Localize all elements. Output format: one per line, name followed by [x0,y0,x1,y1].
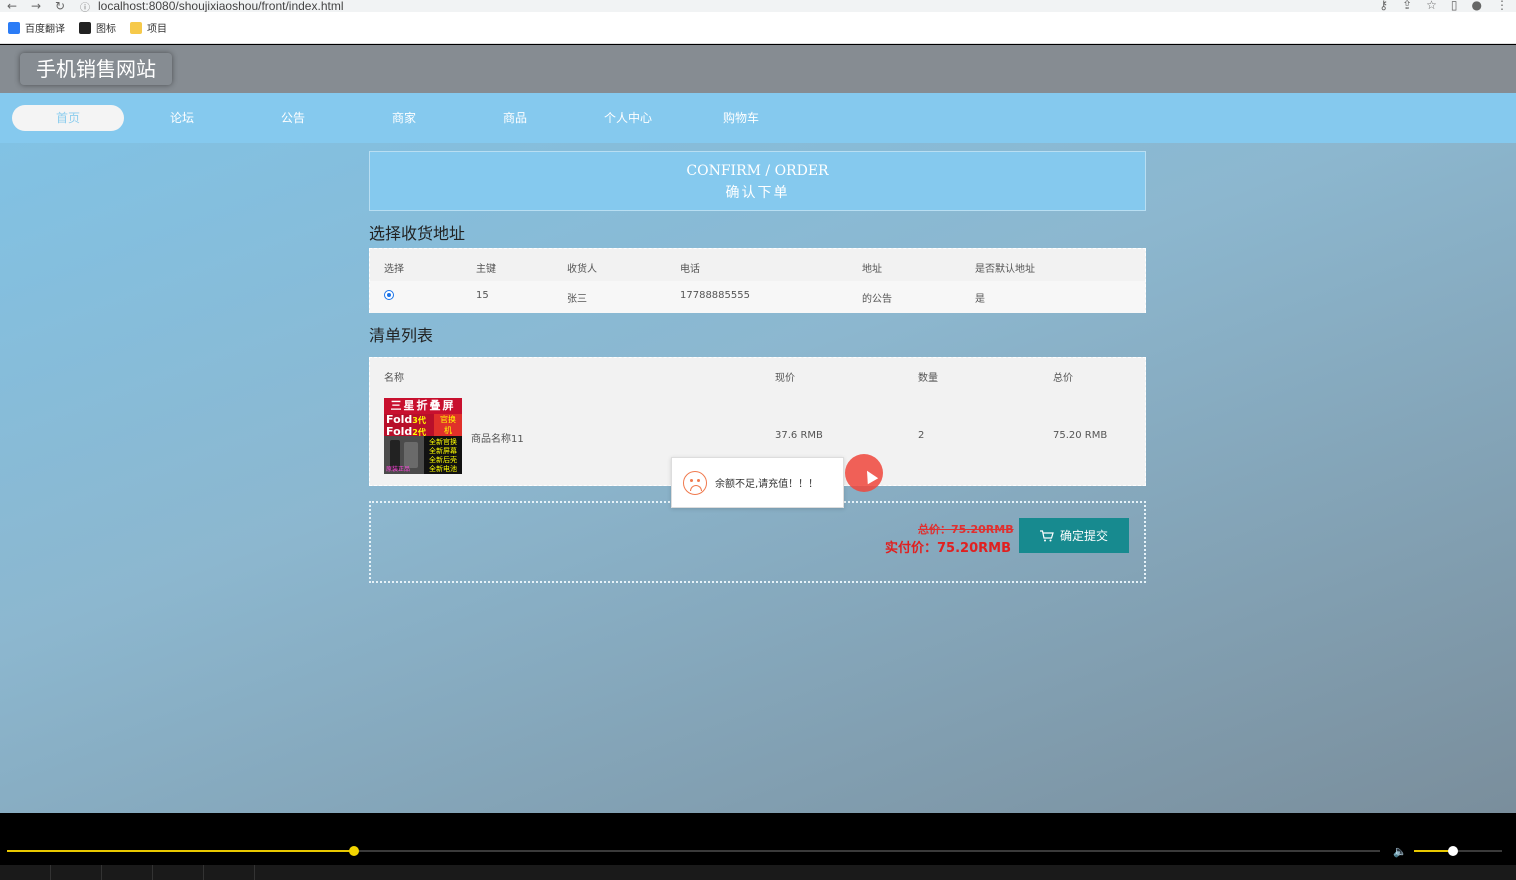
toast-message: 余额不足,请充值！！！ [715,479,819,490]
bookmark-label: 项目 [147,24,167,35]
cart-icon [1039,529,1054,541]
col-total: 总价 [1053,373,1073,384]
footer-cell [204,865,255,880]
col-address: 地址 [862,264,882,275]
col-phone: 电话 [680,264,700,275]
bookmark-project[interactable]: 项目 [130,20,167,35]
video-player-bar: 🔈 [0,813,1516,880]
cell-id: 15 [476,290,489,301]
address-radio[interactable] [384,290,394,300]
browser-toolbar: ← → ↻ ⓘ localhost:8080/shoujixiaoshou/fr… [0,0,1516,14]
badge-line-1: 官换 [440,415,456,424]
image-genuine-text: 原装正品 [386,466,411,473]
item-price: 37.6 RMB [775,430,823,441]
bookmark-label: 百度翻译 [25,24,65,35]
item-name[interactable]: 商品名称11 [471,430,524,445]
reload-icon[interactable]: ↻ [48,0,72,12]
volume-track[interactable] [1414,846,1502,856]
image-phones: 原装正品 [384,436,424,474]
footer-cell [51,865,102,880]
page-content: 手机销售网站 首页 论坛 公告 商家 商品 个人中心 购物车 CONFIRM /… [0,45,1516,813]
original-total: 总价：75.20RMB [918,523,1014,536]
submit-order-button[interactable]: 确定提交 [1019,518,1129,553]
address-table: 选择 主键 收货人 电话 地址 是否默认地址 15 张三 17788885555… [369,248,1146,313]
col-id: 主键 [476,264,496,275]
nav-forum[interactable]: 论坛 [140,105,224,131]
table-row[interactable]: 15 张三 17788885555 的公告 是 [370,281,1145,313]
bookmarks-bar: 百度翻译 图标 项目 [0,12,1516,44]
address-section-title: 选择收货地址 [369,224,466,243]
col-quantity: 数量 [918,373,938,384]
cell-default: 是 [975,294,985,305]
product-image[interactable]: 三星折叠屏 Fold3代 Fold2代 官换机 原装正品 全新官换 全新屏幕 全… [384,398,462,474]
site-header: 手机销售网站 [0,45,1516,93]
menu-icon[interactable]: ⋮ [1496,0,1508,12]
footer-cell [153,865,204,880]
actual-total: 实付价：75.20RMB [885,541,1011,556]
star-icon[interactable]: ☆ [1426,0,1437,12]
share-icon[interactable]: ⇪ [1402,0,1412,12]
col-name: 名称 [384,373,404,384]
col-price: 现价 [775,373,795,384]
bookmark-label: 图标 [96,24,116,35]
key-icon[interactable]: ⚷ [1379,0,1388,12]
bookmark-baidu-translate[interactable]: 百度翻译 [8,20,65,35]
translate-icon [8,21,20,34]
confirm-title-cn: 确认下单 [725,185,790,201]
site-logo[interactable]: 手机销售网站 [20,53,172,85]
progress-handle[interactable] [349,846,360,856]
image-banner-text: 三星折叠屏 [384,398,462,414]
order-summary: 总价：75.20RMB 实付价：75.20RMB 确定提交 [369,501,1146,583]
image-fold-text: Fold3代 Fold2代 [384,414,434,437]
item-total: 75.20 RMB [1053,430,1108,441]
image-icon [79,21,91,34]
phone-shape [404,442,418,468]
volume-icon[interactable]: 🔈 [1393,845,1407,858]
main-nav: 首页 论坛 公告 商家 商品 个人中心 购物车 [0,93,1516,143]
col-select: 选择 [384,264,404,275]
cell-phone: 17788885555 [680,290,750,301]
col-default: 是否默认地址 [975,264,1035,275]
footer-cell [0,865,51,880]
cell-recipient: 张三 [567,294,587,305]
item-quantity: 2 [918,430,925,441]
sidebar-icon[interactable]: ▯ [1451,0,1458,12]
error-toast: 余额不足,请充值！！！ [671,457,844,508]
nav-home[interactable]: 首页 [12,105,124,131]
nav-user-center[interactable]: 个人中心 [586,105,670,131]
volume-handle[interactable] [1447,846,1458,856]
progress-fill [7,850,355,852]
sad-face-icon [683,470,707,495]
nav-products[interactable]: 商品 [473,105,557,131]
url-text[interactable]: localhost:8080/shoujixiaoshou/front/inde… [98,0,343,12]
nav-merchant[interactable]: 商家 [362,105,446,131]
cell-address: 的公告 [862,294,892,305]
nav-notice[interactable]: 公告 [251,105,335,131]
col-recipient: 收货人 [567,264,597,275]
image-badge: 官换机 [434,414,462,436]
address-bar: ← → ↻ ⓘ localhost:8080/shoujixiaoshou/fr… [0,0,1516,14]
confirm-title-en: CONFIRM / ORDER [686,163,829,179]
fold-tag-a: 3代 [412,416,426,425]
submit-order-label: 确定提交 [1059,529,1108,543]
footer-cell [102,865,153,880]
back-icon[interactable]: ← [0,0,24,12]
player-footer [0,865,1516,880]
bookmark-icons[interactable]: 图标 [79,20,116,35]
folder-icon [130,21,142,34]
badge-line-2: 机 [444,426,452,435]
image-spec-text: 全新官换 全新屏幕 全新后壳 全新电池 [424,436,462,474]
profile-icon[interactable]: ● [1472,0,1482,12]
progress-track[interactable] [7,846,1380,856]
confirm-order-banner: CONFIRM / ORDER 确认下单 [369,151,1146,211]
nav-cart[interactable]: 购物车 [699,105,783,131]
forward-icon[interactable]: → [24,0,48,12]
volume-fill [1414,850,1453,852]
order-list-title: 清单列表 [369,326,434,345]
